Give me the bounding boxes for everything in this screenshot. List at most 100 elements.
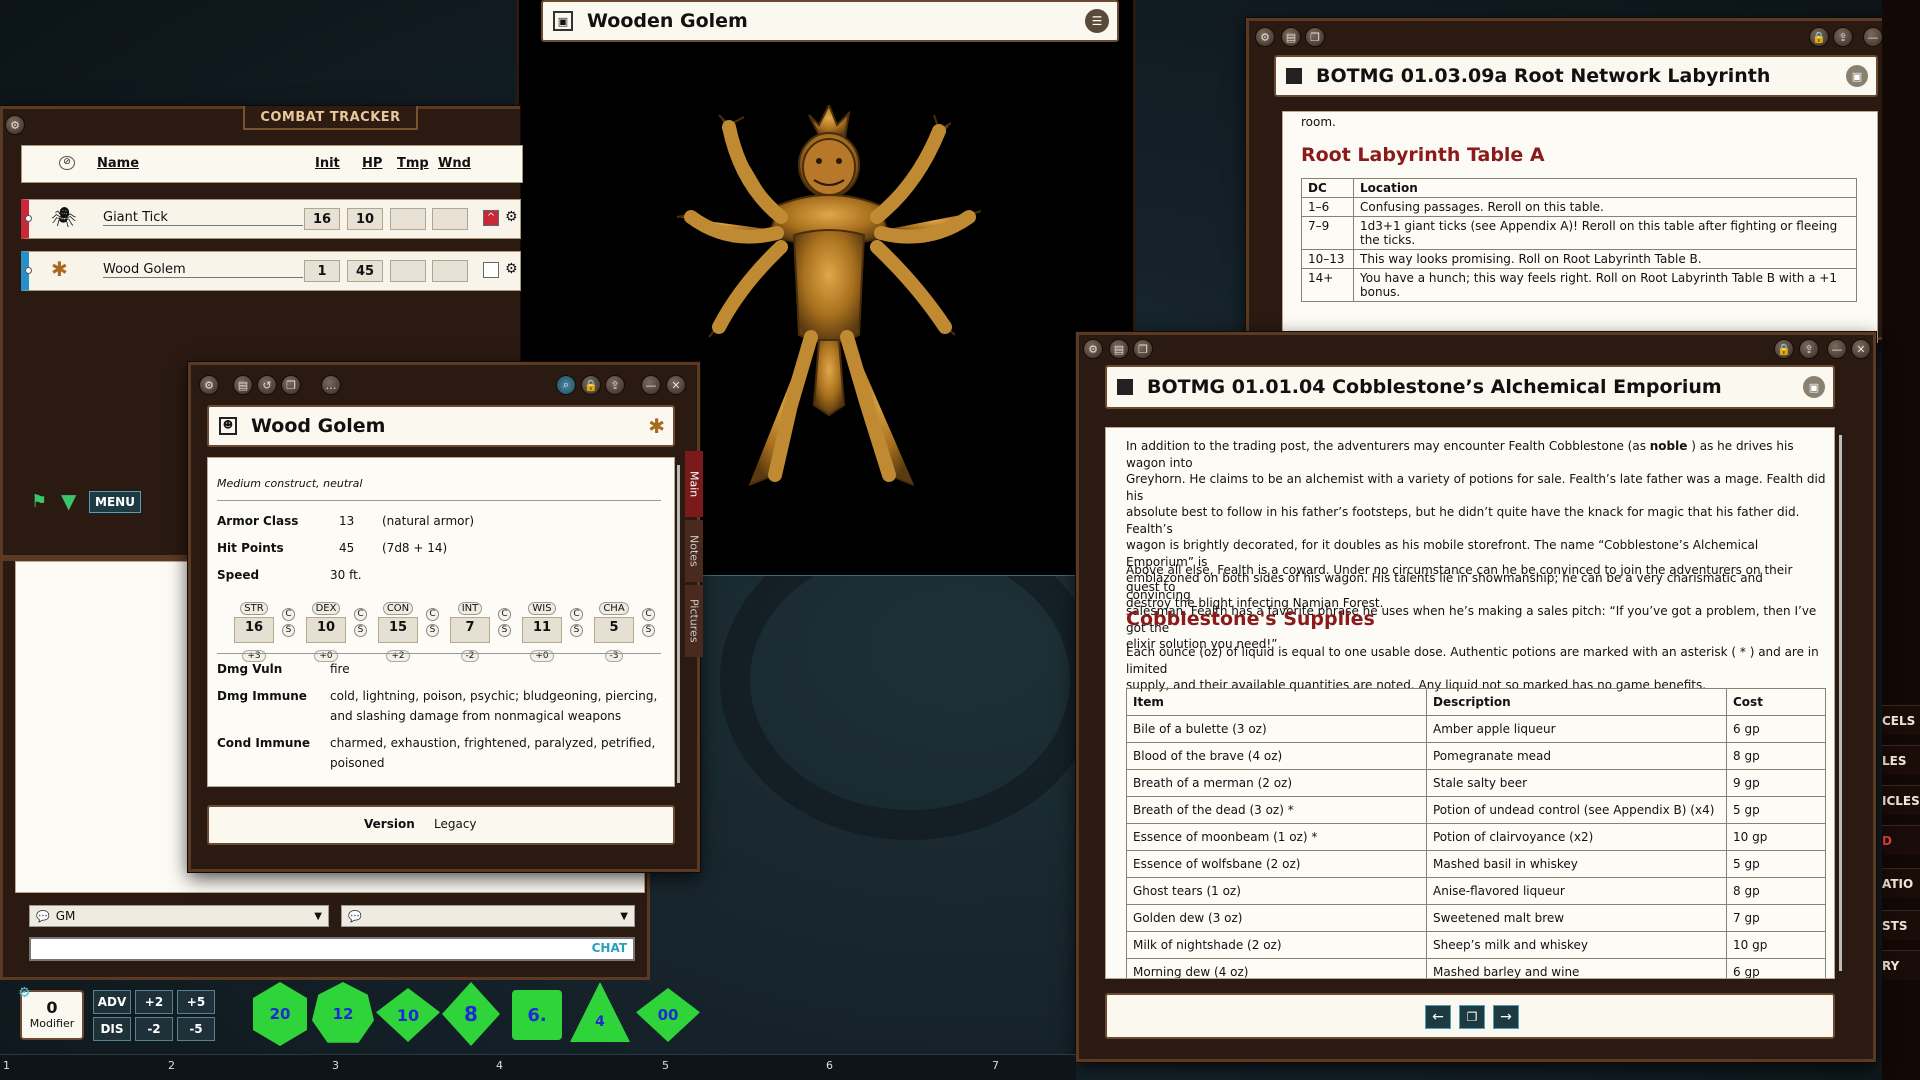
sidebar-item[interactable]: CELS xyxy=(1882,705,1920,735)
hit-points-value[interactable]: 45 xyxy=(339,541,354,555)
save-button-cha[interactable]: S xyxy=(642,624,655,637)
col-header-name[interactable]: Name xyxy=(97,156,139,171)
chat-send-label[interactable]: CHAT xyxy=(592,941,627,955)
menu-button[interactable]: MENU xyxy=(89,491,141,513)
root-window-share-icon[interactable]: ⇪ xyxy=(1833,27,1853,47)
active-indicator[interactable] xyxy=(25,267,32,274)
sidebar-item[interactable]: LES xyxy=(1882,745,1920,775)
root-window-minimize-icon[interactable]: — xyxy=(1863,27,1883,47)
table-row[interactable]: 🕷 Giant Tick 16 10 ^ ⚙ xyxy=(21,199,521,239)
plus5-button[interactable]: +5 xyxy=(177,990,215,1014)
hotkey-slot[interactable]: 7 xyxy=(992,1059,999,1072)
check-button-wis[interactable]: C xyxy=(570,608,583,621)
minus5-button[interactable]: -5 xyxy=(177,1017,215,1041)
sidebar-item[interactable]: ATIO xyxy=(1882,868,1920,898)
adv-button[interactable]: ADV xyxy=(93,990,131,1014)
init-value[interactable]: 1 xyxy=(304,260,340,282)
check-button-int[interactable]: C xyxy=(498,608,511,621)
d8-die[interactable]: 8 xyxy=(442,982,500,1046)
next-page-button[interactable]: → xyxy=(1493,1005,1519,1029)
emporium-lock-toggle-icon[interactable]: 🔒 xyxy=(1774,339,1794,359)
table-of-contents-button[interactable]: ❐ xyxy=(1459,1005,1485,1029)
tmp-value[interactable] xyxy=(390,208,426,230)
previous-page-button[interactable]: ← xyxy=(1425,1005,1451,1029)
d100-die[interactable]: 00 xyxy=(636,988,700,1042)
sidebar-item[interactable]: ICLES xyxy=(1882,785,1920,815)
check-button-con[interactable]: C xyxy=(426,608,439,621)
sheet-lock-toggle-icon[interactable]: 🔒 xyxy=(581,375,601,395)
hotkey-slot[interactable]: 3 xyxy=(332,1059,339,1072)
ability-mod[interactable]: -3 xyxy=(604,650,624,662)
sheet-share-icon[interactable]: ⇪ xyxy=(605,375,625,395)
root-window-book-icon[interactable]: ▤ xyxy=(1281,27,1301,47)
chat-input[interactable]: CHAT xyxy=(29,937,635,961)
sheet-close-icon[interactable]: ✕ xyxy=(666,375,686,395)
targeting-gear-icon[interactable]: ⚙ xyxy=(505,209,518,225)
ability-score[interactable]: 7 xyxy=(450,617,490,643)
tab-main[interactable]: Main xyxy=(685,451,703,517)
emporium-book-icon[interactable]: ▤ xyxy=(1109,339,1129,359)
sheet-copy-icon[interactable]: ❐ xyxy=(281,375,301,395)
ability-score[interactable]: 11 xyxy=(522,617,562,643)
sidebar-item[interactable]: STS xyxy=(1882,910,1920,940)
ability-mod[interactable]: +0 xyxy=(314,650,338,662)
col-header-init[interactable]: Init xyxy=(315,156,340,171)
emporium-minimize-icon[interactable]: — xyxy=(1827,339,1847,359)
wnd-value[interactable] xyxy=(432,208,468,230)
noble-link[interactable]: noble xyxy=(1650,439,1688,453)
visibility-toggle-icon[interactable]: ⊘ xyxy=(59,156,75,170)
tab-notes[interactable]: Notes xyxy=(685,520,703,582)
sidebar-item[interactable]: D xyxy=(1882,825,1920,855)
wood-golem-token-icon[interactable]: ✱ xyxy=(51,257,68,281)
sheet-lock-icon[interactable]: ⚙ xyxy=(199,375,219,395)
hotkey-slot[interactable]: 1 xyxy=(3,1059,10,1072)
sheet-chat-icon[interactable]: … xyxy=(321,375,341,395)
hotkey-slot[interactable]: 2 xyxy=(168,1059,175,1072)
next-round-icon[interactable]: ▼ xyxy=(61,489,76,513)
wood-golem-token-icon[interactable]: ✱ xyxy=(648,414,665,438)
ability-mod[interactable]: +3 xyxy=(242,650,266,662)
minus2-button[interactable]: -2 xyxy=(135,1017,173,1041)
sheet-book-icon[interactable]: ▤ xyxy=(233,375,253,395)
ability-mod[interactable]: +0 xyxy=(530,650,554,662)
ability-score[interactable]: 5 xyxy=(594,617,634,643)
sheet-minimize-icon[interactable]: — xyxy=(641,375,661,395)
check-button-str[interactable]: C xyxy=(282,608,295,621)
language-dropdown[interactable]: 💬 ▼ xyxy=(341,905,635,927)
col-header-wnd[interactable]: Wnd xyxy=(438,156,471,171)
d4-die[interactable]: 4 xyxy=(570,982,630,1042)
hotkey-slot[interactable]: 5 xyxy=(662,1059,669,1072)
save-button-con[interactable]: S xyxy=(426,624,439,637)
identity-dropdown[interactable]: 💬 GM ▼ xyxy=(29,905,329,927)
emporium-share-icon[interactable]: ⇪ xyxy=(1799,339,1819,359)
emporium-close-icon[interactable]: ✕ xyxy=(1851,339,1871,359)
sheet-undo-icon[interactable]: ↺ xyxy=(257,375,277,395)
ability-score[interactable]: 15 xyxy=(378,617,418,643)
targeting-gear-icon[interactable]: ⚙ xyxy=(505,261,518,277)
emporium-scrollbar[interactable] xyxy=(1839,435,1842,971)
image-window-menu-icon[interactable]: ☰ xyxy=(1085,9,1109,33)
tmp-value[interactable] xyxy=(390,260,426,282)
root-window-lock-icon[interactable]: ⚙ xyxy=(1255,27,1275,47)
d6-die[interactable]: 6. xyxy=(512,990,562,1040)
hp-value[interactable]: 45 xyxy=(347,260,383,282)
combatant-name[interactable]: Wood Golem xyxy=(103,262,303,278)
save-button-str[interactable]: S xyxy=(282,624,295,637)
version-value[interactable]: Legacy xyxy=(434,817,477,831)
emporium-link-icon[interactable]: ▣ xyxy=(1803,376,1825,398)
root-window-lock-toggle-icon[interactable]: 🔒 xyxy=(1809,27,1829,47)
armor-class-value[interactable]: 13 xyxy=(339,514,354,528)
plus2-button[interactable]: +2 xyxy=(135,990,173,1014)
hotkey-slot[interactable]: 6 xyxy=(826,1059,833,1072)
sheet-scrollbar[interactable] xyxy=(677,465,680,783)
tab-pictures[interactable]: Pictures xyxy=(685,585,703,657)
root-window-link-icon[interactable]: ▣ xyxy=(1846,65,1868,87)
save-button-int[interactable]: S xyxy=(498,624,511,637)
d20-die[interactable]: 20 xyxy=(253,982,307,1046)
combat-tracker-lock-icon[interactable]: ⚙ xyxy=(5,115,25,135)
sidebar-item[interactable]: RY xyxy=(1882,950,1920,980)
sheet-search-icon[interactable]: ⌕ xyxy=(556,375,576,395)
col-header-tmp[interactable]: Tmp xyxy=(397,156,429,171)
faction-foe-icon[interactable]: ^ xyxy=(483,210,499,226)
save-button-dex[interactable]: S xyxy=(354,624,367,637)
